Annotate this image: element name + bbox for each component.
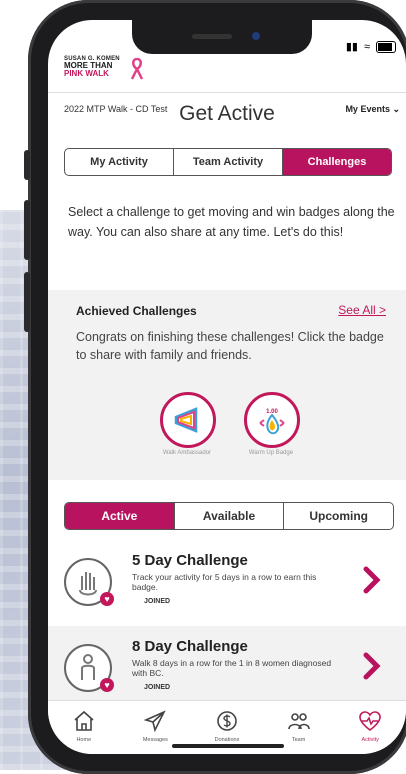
achieved-challenges-panel: Achieved Challenges See All > Congrats o… [48, 290, 406, 480]
status-bar: ▮▮ ≈ [346, 40, 396, 53]
notch-speaker [192, 34, 232, 39]
intro-text: Select a challenge to get moving and win… [68, 205, 395, 239]
walk-ambassador-badge[interactable] [160, 392, 216, 448]
wifi-icon: ≈ [363, 40, 370, 53]
challenge-status: JOINED [144, 598, 171, 605]
send-icon [144, 710, 167, 733]
challenge-title: 5 Day Challenge [132, 552, 248, 569]
tab-my-activity[interactable]: My Activity [65, 149, 174, 175]
megaphone-icon [174, 407, 198, 433]
challenge-description: Track your activity for 5 days in a row … [132, 572, 317, 592]
achieved-text: Congrats on finishing these challenges! … [76, 330, 384, 362]
phone-volume-down [24, 272, 30, 332]
team-icon [287, 713, 310, 730]
battery-icon [376, 40, 396, 53]
nav-activity[interactable]: Activity [334, 701, 406, 754]
home-icon [74, 710, 94, 731]
activity-heart-icon [359, 711, 381, 732]
tab-team-activity[interactable]: Team Activity [174, 149, 283, 175]
nav-label: Home [76, 737, 92, 743]
heart-icon: ♥ [100, 678, 114, 692]
signal-icon: ▮▮ [345, 41, 358, 53]
pink-ribbon-icon [130, 58, 144, 80]
nav-home[interactable]: Home [48, 701, 120, 754]
tab-active[interactable]: Active [65, 503, 175, 529]
chevron-right-icon[interactable] [362, 652, 382, 680]
nav-label: Messages [142, 737, 168, 743]
challenge-title: 8 Day Challenge [132, 638, 248, 655]
warm-up-badge[interactable]: 1.00 [244, 392, 300, 448]
home-indicator[interactable] [172, 744, 284, 748]
challenge-status: JOINED [144, 684, 171, 691]
notch-camera [252, 32, 260, 40]
header-divider [48, 92, 406, 93]
nav-label: Donations [214, 737, 240, 743]
ribbon-badge-icon: ♥ [64, 644, 114, 692]
app-header: SUSAN G. KOMEN MORE THAN PINK WALK 2022 … [48, 50, 406, 114]
flame-icon: 1.00 [259, 409, 285, 435]
chevron-right-icon[interactable] [362, 566, 382, 594]
challenge-card-5-day[interactable]: ♥ 5 Day Challenge Track your activity fo… [48, 540, 406, 620]
achieved-title: Achieved Challenges [76, 304, 197, 318]
tab-upcoming[interactable]: Upcoming [284, 503, 393, 529]
challenge-card-8-day[interactable]: ♥ 8 Day Challenge Walk 8 days in a row f… [48, 626, 406, 706]
notch [132, 20, 312, 54]
phone-mute-switch [24, 150, 30, 180]
badge-caption-walk-ambassador: Walk Ambassador [162, 450, 212, 456]
nav-label: Team [291, 737, 306, 743]
tab-challenges[interactable]: Challenges [283, 149, 391, 175]
heart-icon: ♥ [100, 592, 114, 606]
phone-volume-up [24, 200, 30, 260]
dollar-icon [217, 711, 237, 731]
hand-badge-icon: ♥ [64, 558, 114, 606]
nav-label: Activity [361, 737, 379, 743]
badge-caption-warm-up: Warm Up Badge [248, 450, 294, 456]
activity-tabs: My Activity Team Activity Challenges [64, 148, 392, 176]
see-all-link[interactable]: See All > [338, 303, 386, 317]
page-title: Get Active [179, 102, 275, 125]
challenge-description: Walk 8 days in a row for the 1 in 8 wome… [132, 658, 332, 678]
challenge-tabs: Active Available Upcoming [64, 502, 394, 530]
phone-screen: ▮▮ ≈ SUSAN G. KOMEN MORE THAN PINK WALK … [48, 20, 406, 754]
tab-available[interactable]: Available [175, 503, 285, 529]
